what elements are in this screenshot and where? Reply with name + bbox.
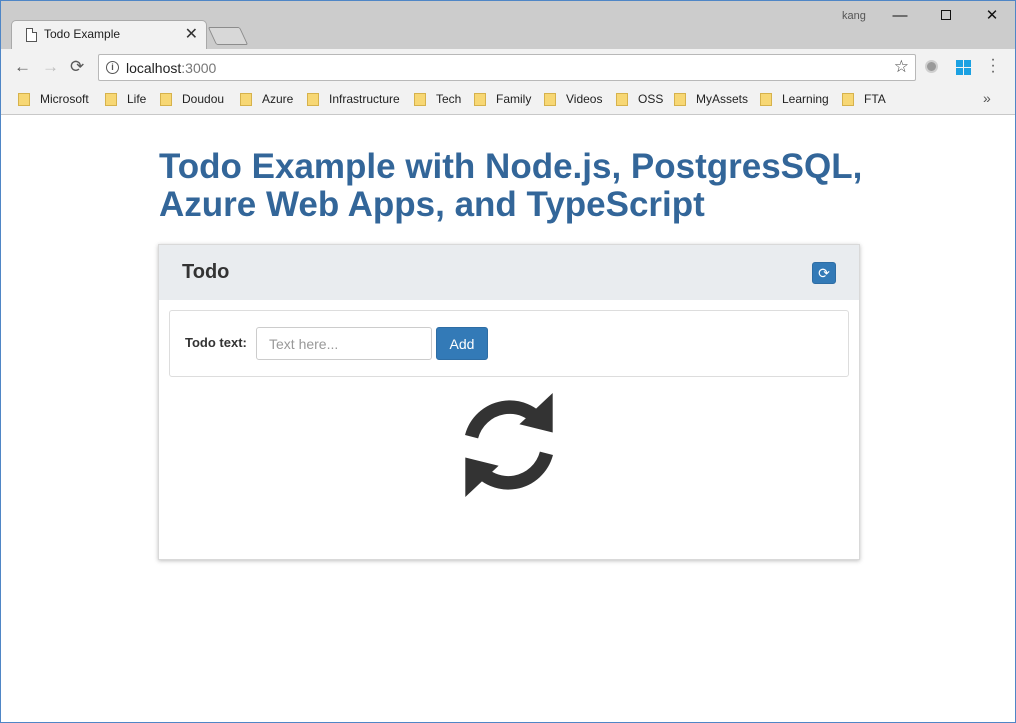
tab-todo-example[interactable]: Todo Example ✕ [11, 20, 207, 49]
folder-icon [544, 93, 556, 106]
forward-button[interactable]: → [42, 57, 59, 77]
browser-toolbar: ← → ⟳ i localhost:3000 ☆ · · · [1, 49, 1015, 85]
browser-window: Todo Example ✕ kang — ✕ ← → ⟳ i localhos… [0, 0, 1016, 723]
folder-icon [674, 93, 686, 106]
folder-icon [160, 93, 172, 106]
folder-icon [474, 93, 486, 106]
add-todo-form: Todo text: Add [169, 310, 849, 377]
url-host: localhost [126, 60, 182, 76]
page-title-line-2: Azure Web Apps, and TypeScript [159, 185, 705, 224]
folder-icon [842, 93, 854, 106]
site-info-icon[interactable]: i [106, 61, 119, 74]
refresh-icon: ⟳ [818, 264, 830, 281]
page-content: Todo Example with Node.js, PostgresSQL, … [1, 116, 1015, 722]
bookmarks-overflow-button[interactable]: » [983, 90, 991, 106]
minimize-button[interactable]: — [877, 5, 923, 27]
todo-panel: Todo ⟳ Todo text: Add [158, 244, 860, 560]
panel-header: Todo ⟳ [159, 245, 859, 300]
folder-icon [616, 93, 628, 106]
tab-title: Todo Example [44, 27, 121, 41]
page-title: Todo Example with Node.js, PostgresSQL, … [159, 148, 879, 224]
close-window-button[interactable]: ✕ [969, 5, 1015, 27]
windows-logo-icon[interactable] [956, 60, 971, 75]
browser-menu-icon[interactable]: · · · [987, 52, 999, 80]
todo-text-input[interactable] [256, 327, 432, 360]
profile-name[interactable]: kang [842, 10, 866, 22]
page-title-line-1: Todo Example with Node.js, PostgresSQL, [159, 147, 863, 186]
refresh-button[interactable]: ⟳ [812, 262, 836, 284]
extension-icon[interactable] [925, 60, 938, 73]
add-button[interactable]: Add [436, 327, 488, 360]
tab-close-icon[interactable]: ✕ [185, 24, 198, 44]
maximize-button[interactable] [923, 5, 969, 27]
folder-icon [760, 93, 772, 106]
tab-strip: Todo Example ✕ kang — ✕ [1, 1, 1015, 49]
new-tab-button[interactable] [207, 27, 249, 45]
back-button[interactable]: ← [14, 57, 31, 77]
todo-text-label: Todo text: [185, 335, 247, 350]
folder-icon [414, 93, 426, 106]
address-bar[interactable]: i localhost:3000 ☆ [98, 54, 916, 81]
folder-icon [240, 93, 252, 106]
maximize-icon [941, 10, 951, 20]
page-icon [26, 28, 37, 42]
folder-icon [307, 93, 319, 106]
url-port: :3000 [181, 60, 217, 76]
reload-button[interactable]: ⟳ [70, 57, 84, 77]
panel-title: Todo [182, 261, 230, 283]
folder-icon [18, 93, 30, 106]
loading-spinner-icon [465, 393, 553, 497]
url-text[interactable]: localhost:3000 [126, 60, 216, 76]
bookmarks-bar: Microsoft Life Doudou Azure Infrastructu… [1, 85, 1015, 115]
folder-icon [105, 93, 117, 106]
bookmark-star-icon[interactable]: ☆ [894, 57, 909, 77]
